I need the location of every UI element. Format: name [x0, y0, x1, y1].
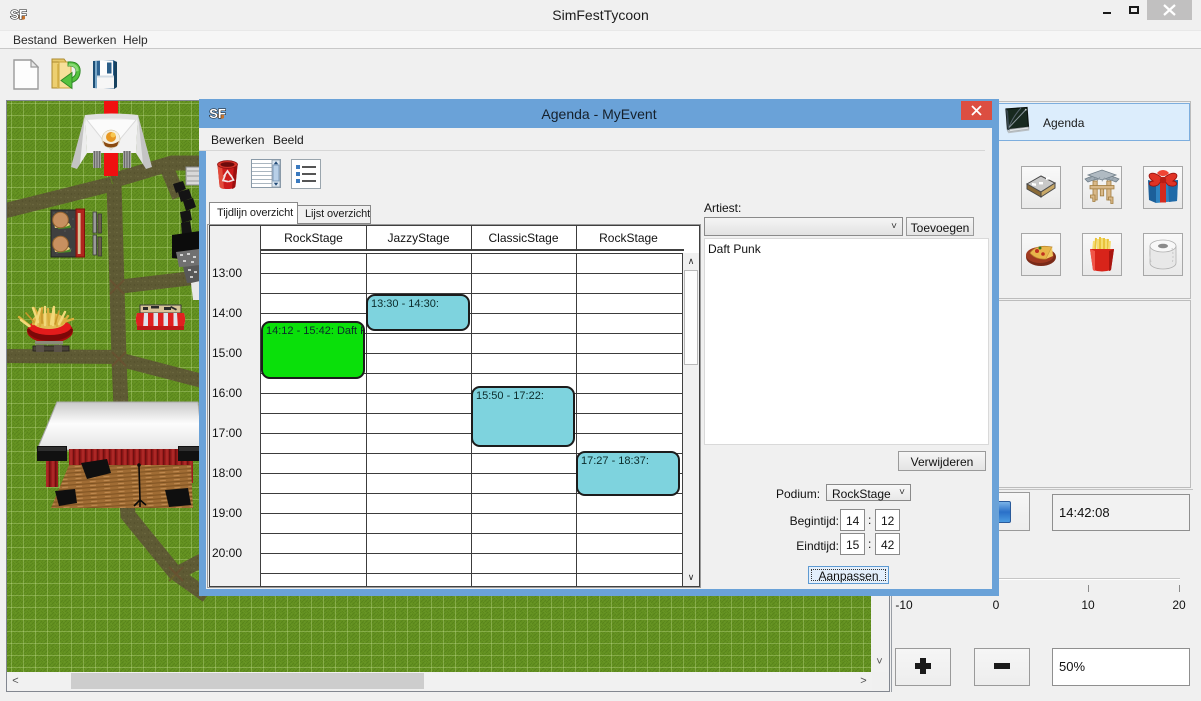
svg-text:SF: SF: [10, 7, 27, 22]
